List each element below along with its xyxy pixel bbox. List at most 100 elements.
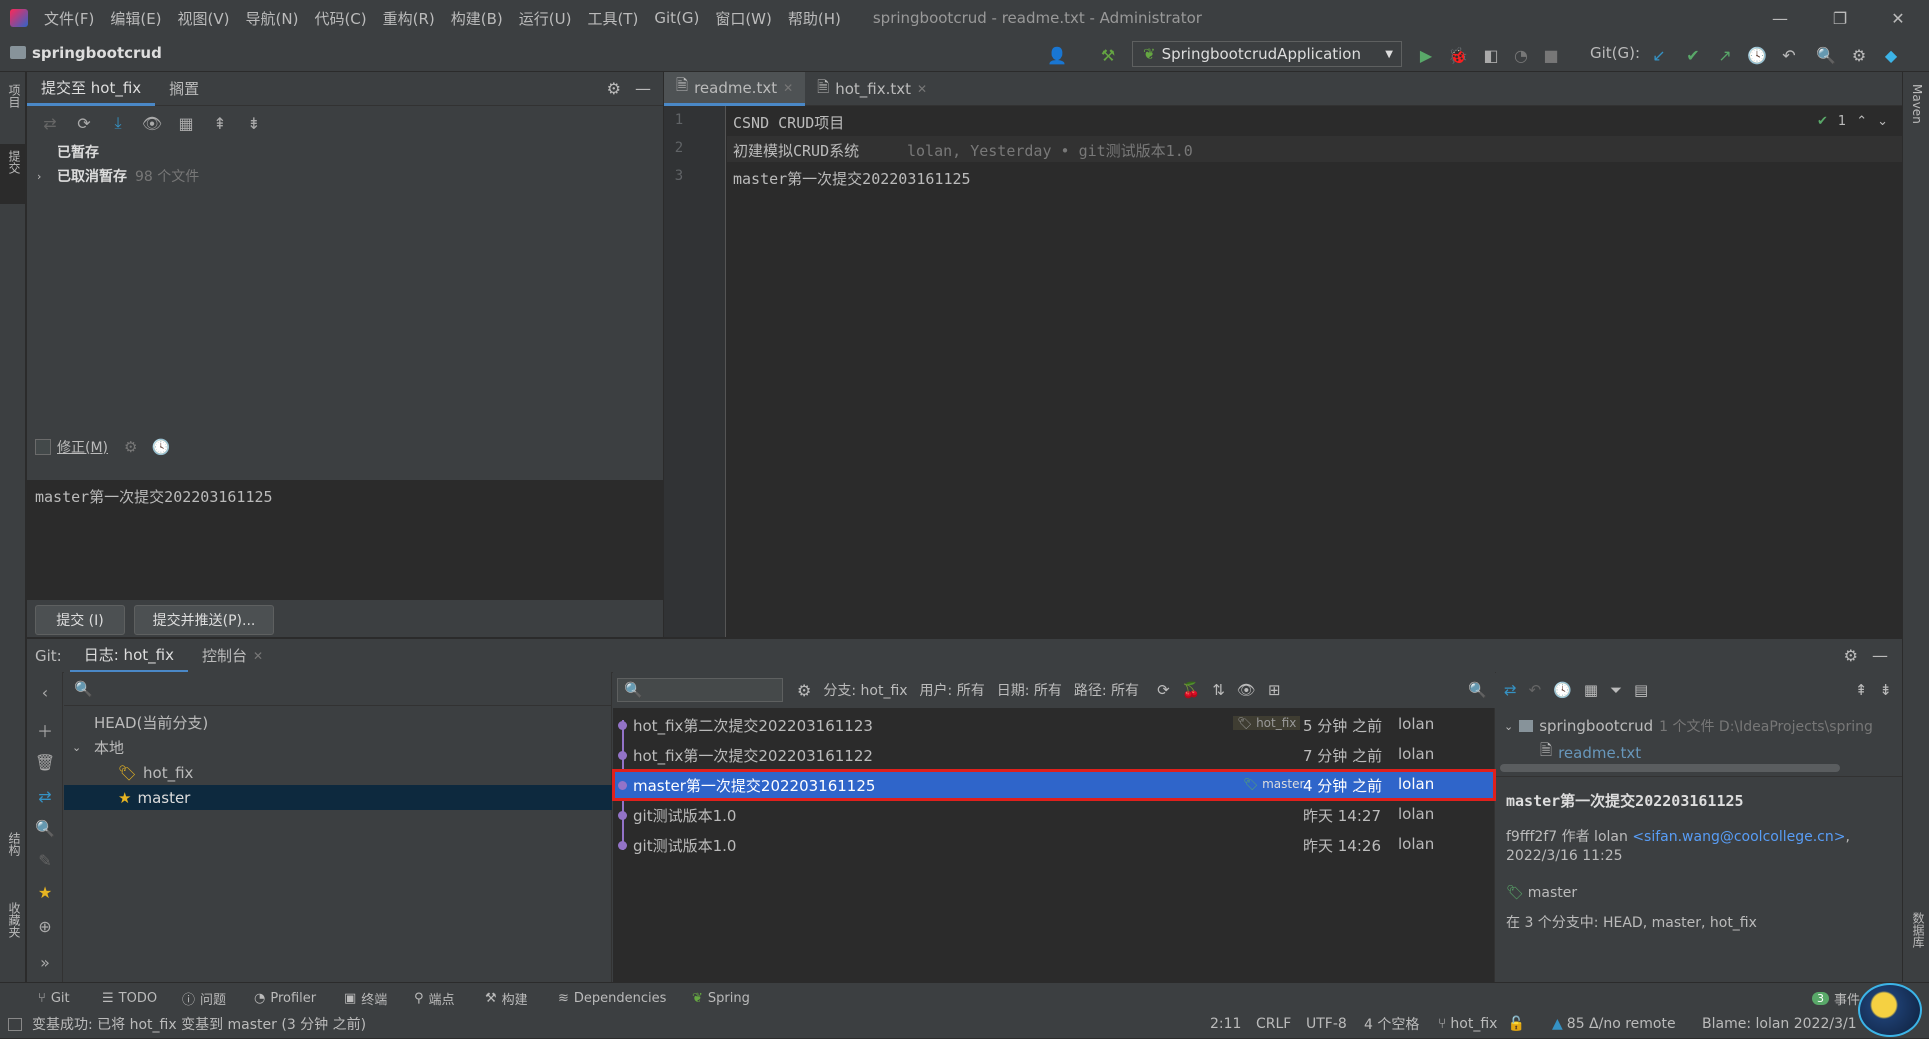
- menu-tools[interactable]: 工具(T): [579, 8, 646, 29]
- eye-icon[interactable]: 👁: [1237, 681, 1256, 699]
- panel-toggle-icon[interactable]: [8, 1017, 22, 1031]
- menu-help[interactable]: 帮助(H): [780, 8, 849, 29]
- branch-local-group[interactable]: ⌄ 本地: [64, 735, 612, 760]
- menu-refactor[interactable]: 重构(R): [375, 8, 443, 29]
- group-by-icon[interactable]: ▦: [1584, 681, 1598, 699]
- sort-icon[interactable]: ⇅: [1212, 681, 1225, 699]
- delete-icon[interactable]: 🗑: [28, 748, 62, 776]
- menu-edit[interactable]: 编辑(E): [102, 8, 169, 29]
- branch-hot-fix[interactable]: 🏷 hot_fix: [64, 760, 612, 785]
- coverage-icon[interactable]: ◧: [1480, 44, 1502, 66]
- status-message-row[interactable]: 变基成功: 已将 hot_fix 变基到 master (3 分钟 之前): [8, 1013, 366, 1035]
- filter-date[interactable]: 日期: 所有: [997, 680, 1062, 700]
- status-tab-dependencies[interactable]: ≋ Dependencies: [558, 987, 666, 1009]
- branch-head[interactable]: HEAD(当前分支): [64, 710, 612, 735]
- menu-file[interactable]: 文件(F): [36, 8, 102, 29]
- caret-position[interactable]: 2:11: [1210, 1013, 1241, 1035]
- blame-info[interactable]: Blame: lolan 2022/3/1: [1702, 1013, 1857, 1035]
- minimize-icon[interactable]: —: [1752, 0, 1808, 36]
- add-icon[interactable]: ＋: [28, 716, 62, 744]
- collapse-all-icon[interactable]: ⇟: [237, 109, 271, 137]
- details-email-link[interactable]: <sifan.wang@coolcollege.cn>: [1632, 829, 1845, 845]
- branch-master[interactable]: ★ master: [64, 785, 612, 810]
- stripe-project[interactable]: 项目: [6, 84, 23, 108]
- commit-check-icon[interactable]: ✔: [1682, 44, 1704, 66]
- stripe-favorites[interactable]: 收藏夹: [6, 902, 23, 938]
- cherry-pick-icon[interactable]: 🍒: [1182, 681, 1201, 699]
- status-tab-terminal[interactable]: ▣ 终端: [344, 987, 387, 1009]
- branch-search[interactable]: 🔍: [64, 672, 612, 706]
- hide-panel-icon[interactable]: —: [635, 79, 651, 98]
- status-tab-problems[interactable]: ⓘ 问题: [182, 987, 226, 1009]
- tab-hotfix[interactable]: 🗎 hot_fix.txt ✕: [805, 72, 939, 106]
- stashed-node[interactable]: 已暂存: [57, 140, 663, 164]
- refresh-icon[interactable]: ⟳: [1157, 681, 1170, 699]
- stripe-database[interactable]: 数据库: [1910, 912, 1927, 948]
- gear-icon[interactable]: ⚙: [124, 438, 137, 456]
- git-branch-widget[interactable]: ⑂ hot_fix 🔓: [1438, 1013, 1525, 1035]
- group-by-icon[interactable]: ▦: [169, 109, 203, 137]
- more-icon[interactable]: »: [28, 948, 62, 976]
- status-tab-endpoints[interactable]: ⚲ 端点: [414, 987, 455, 1009]
- restore-icon[interactable]: ❐: [1812, 0, 1868, 36]
- new-tab-icon[interactable]: ⊞: [1268, 681, 1281, 699]
- fetch-icon[interactable]: ⇄: [1504, 681, 1517, 699]
- commit-button[interactable]: 提交 (I): [35, 605, 125, 635]
- tab-log[interactable]: 日志: hot_fix: [69, 639, 188, 673]
- indent-setting[interactable]: 4 个空格: [1364, 1013, 1419, 1035]
- chevron-left-icon[interactable]: ‹: [28, 678, 62, 706]
- details-scrollbar[interactable]: [1496, 764, 1902, 772]
- menu-git[interactable]: Git(G): [646, 9, 707, 27]
- refresh-icon[interactable]: ⟳: [67, 109, 101, 137]
- lock-icon[interactable]: 🔓: [1507, 1016, 1524, 1032]
- history-icon[interactable]: 🕓: [1553, 681, 1572, 699]
- hide-panel-icon[interactable]: —: [1872, 646, 1888, 665]
- settings-gear-icon[interactable]: ⚙: [1848, 44, 1870, 66]
- line-separator[interactable]: CRLF: [1256, 1013, 1291, 1035]
- run-config-select[interactable]: ❦ SpringbootcrudApplication ▼: [1132, 41, 1402, 67]
- unstashed-node[interactable]: › 已取消暂存 98 个文件: [37, 164, 663, 188]
- chevron-down-icon[interactable]: ⌄: [1877, 114, 1888, 129]
- menu-code[interactable]: 代码(C): [306, 8, 374, 29]
- clock-icon[interactable]: 🕓: [151, 438, 170, 456]
- target-icon[interactable]: ⊕: [28, 912, 62, 940]
- close-icon[interactable]: ✕: [1870, 0, 1926, 36]
- expand-all-icon[interactable]: ⇞: [1855, 681, 1868, 699]
- rollback-icon[interactable]: ↶: [1778, 44, 1800, 66]
- menu-navigate[interactable]: 导航(N): [238, 8, 307, 29]
- chevron-up-icon[interactable]: ⌃: [1856, 114, 1867, 129]
- details-file-row[interactable]: 🗎 readme.txt: [1540, 740, 1641, 765]
- menu-view[interactable]: 视图(V): [170, 8, 238, 29]
- fetch-icon[interactable]: ⇄: [28, 782, 62, 810]
- stripe-commit-active[interactable]: 提交: [0, 144, 26, 204]
- profiler-icon[interactable]: ◔: [1510, 44, 1532, 66]
- plugin-icon[interactable]: ◆: [1880, 44, 1902, 66]
- edit-icon[interactable]: ✎: [28, 846, 62, 874]
- stripe-maven[interactable]: Maven: [1910, 84, 1924, 124]
- status-tab-todo[interactable]: ☰ TODO: [102, 987, 157, 1009]
- log-row-selected[interactable]: master第一次提交202203161125 🏷 master 4 分钟 之前…: [612, 769, 1496, 801]
- commit-and-push-button[interactable]: 提交并推送(P)...: [134, 605, 274, 635]
- stop-icon[interactable]: ■: [1540, 44, 1562, 66]
- user-icon[interactable]: 👤: [1046, 44, 1068, 66]
- file-encoding[interactable]: UTF-8: [1306, 1013, 1347, 1035]
- revert-icon[interactable]: ↶: [1529, 681, 1542, 699]
- run-icon[interactable]: ▶: [1415, 44, 1437, 66]
- amend-label[interactable]: 修正(M): [57, 437, 108, 457]
- tab-console[interactable]: 控制台 ✕: [188, 639, 277, 673]
- remote-widget[interactable]: ▲ 85 Δ/no remote: [1552, 1013, 1676, 1035]
- menu-window[interactable]: 窗口(W): [707, 8, 780, 29]
- status-tab-build[interactable]: ⚒ 构建: [485, 987, 528, 1009]
- filter-branch[interactable]: 分支: hot_fix: [823, 680, 907, 700]
- log-row[interactable]: hot_fix第一次提交202203161122 7 分钟 之前 lolan: [613, 740, 1495, 770]
- tab-shelf[interactable]: 搁置: [155, 72, 213, 106]
- debug-icon[interactable]: 🐞: [1447, 44, 1469, 66]
- search-icon[interactable]: 🔍: [1468, 681, 1487, 699]
- log-row[interactable]: git测试版本1.0 昨天 14:27 lolan: [613, 800, 1495, 830]
- gear-icon[interactable]: ⚙: [1844, 646, 1858, 665]
- log-row[interactable]: hot_fix第二次提交202203161123 🏷 hot_fix 5 分钟 …: [613, 710, 1495, 740]
- search-icon[interactable]: 🔍: [1815, 44, 1837, 66]
- menu-run[interactable]: 运行(U): [511, 8, 580, 29]
- scrollbar-thumb[interactable]: [1500, 764, 1840, 772]
- amend-checkbox[interactable]: [35, 439, 51, 455]
